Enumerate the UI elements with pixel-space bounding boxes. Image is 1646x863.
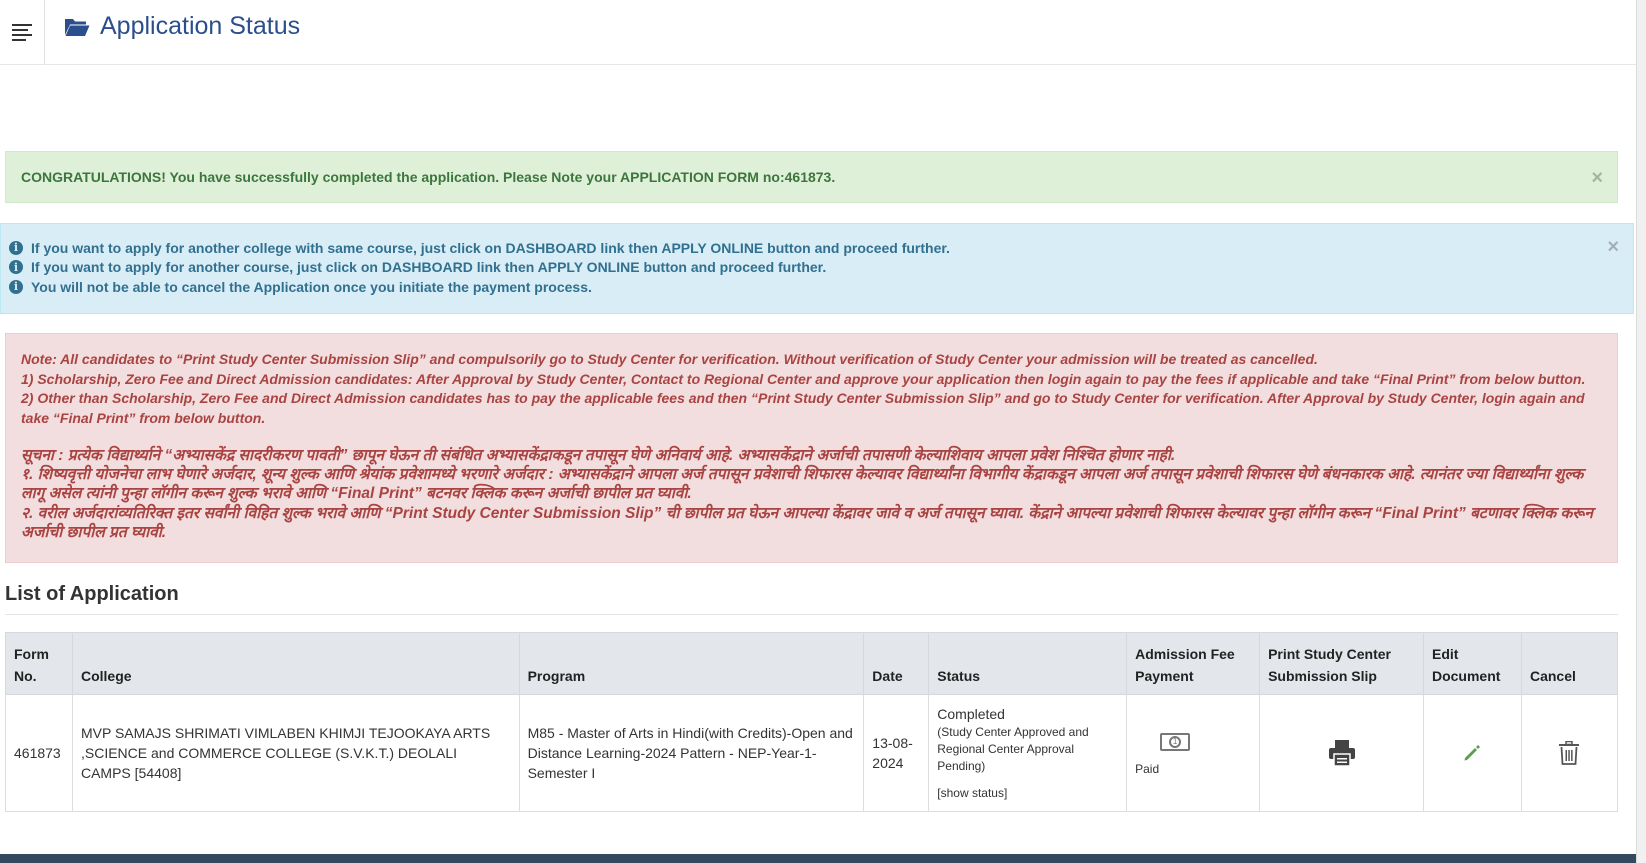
- footer-bar: [0, 854, 1636, 863]
- form-no-cell: 461873: [5, 694, 73, 812]
- scrollbar[interactable]: [1636, 0, 1646, 863]
- hamburger-icon[interactable]: [0, 0, 45, 65]
- danger-alert: Note: All candidates to “Print Study Cen…: [5, 333, 1618, 563]
- info-icon: i: [9, 279, 23, 294]
- column-header: Program: [518, 632, 865, 695]
- table-row: 461873 MVP SAMAJS SHRIMATI VIMLABEN KHIM…: [5, 694, 1619, 812]
- printer-icon[interactable]: [1327, 739, 1357, 767]
- cancel-cell: [1520, 694, 1619, 812]
- payment-cell: 1 Paid: [1126, 694, 1261, 812]
- print-cell: [1259, 694, 1424, 812]
- note-line: Note: All candidates to “Print Study Cen…: [21, 351, 1318, 367]
- close-icon[interactable]: ×: [1591, 168, 1603, 188]
- marathi-note-line: २. वरील अर्जदारांव्यतिरिक्त इतर सर्वांनी…: [21, 504, 1593, 541]
- show-status-link[interactable]: [show status]: [937, 783, 1118, 803]
- trash-icon[interactable]: [1558, 741, 1580, 765]
- info-line: i You will not be able to cancel the App…: [9, 277, 1625, 297]
- list-heading: List of Application: [5, 583, 1618, 615]
- column-header: Form No.: [5, 632, 73, 695]
- folder-open-icon: [65, 18, 90, 36]
- money-bill-icon[interactable]: 1: [1160, 733, 1191, 751]
- info-text: If you want to apply for another course,…: [31, 259, 827, 276]
- status-detail: (Study Center Approved and Regional Cent…: [937, 724, 1089, 773]
- application-table: Form No. College Program Date Status Adm…: [5, 632, 1619, 812]
- page-title: Application Status: [100, 12, 301, 40]
- program-cell: M85 - Master of Arts in Hindi(with Credi…: [518, 694, 865, 812]
- page-title-area: Application Status: [64, 12, 300, 41]
- info-icon: i: [9, 240, 23, 255]
- info-text: You will not be able to cancel the Appli…: [31, 278, 592, 295]
- payment-status: Paid: [1135, 762, 1160, 776]
- date-cell: 13-08-2024: [863, 694, 930, 812]
- info-line: i If you want to apply for another colle…: [9, 238, 1625, 258]
- column-header: College: [71, 632, 520, 695]
- note-line: 1) Scholarship, Zero Fee and Direct Admi…: [21, 370, 1586, 387]
- college-cell: MVP SAMAJS SHRIMATI VIMLABEN KHIMJI TEJO…: [71, 694, 520, 812]
- status-text: Completed: [937, 705, 1005, 722]
- success-message: CONGRATULATIONS! You have successfully c…: [21, 169, 836, 185]
- pencil-icon[interactable]: [1463, 744, 1481, 762]
- column-header: Edit Document: [1422, 632, 1522, 695]
- table-header-row: Form No. College Program Date Status Adm…: [5, 632, 1619, 695]
- column-header: Cancel: [1520, 632, 1619, 695]
- note-line: 2) Other than Scholarship, Zero Fee and …: [21, 390, 1585, 426]
- column-header: Admission Fee Payment: [1126, 632, 1261, 695]
- info-line: i If you want to apply for another cours…: [9, 258, 1625, 278]
- close-icon[interactable]: ×: [1607, 237, 1619, 257]
- column-header: Date: [863, 632, 930, 695]
- info-icon: i: [9, 260, 23, 275]
- success-alert: CONGRATULATIONS! You have successfully c…: [5, 151, 1618, 203]
- edit-cell: [1422, 694, 1522, 812]
- top-header: Application Status: [0, 0, 1636, 65]
- marathi-note-line: १. शिष्यवृत्ती योजनेचा लाभ घेणारे अर्जदा…: [21, 466, 1584, 503]
- marathi-note-line: सूचना : प्रत्येक विद्यार्थ्याने “अभ्यासक…: [21, 447, 1176, 464]
- column-header: Print Study Center Submission Slip: [1259, 632, 1424, 695]
- info-alert: i If you want to apply for another colle…: [0, 223, 1634, 314]
- status-cell: Completed (Study Center Approved and Reg…: [928, 694, 1128, 812]
- info-text: If you want to apply for another college…: [31, 239, 950, 256]
- column-header: Status: [928, 632, 1128, 695]
